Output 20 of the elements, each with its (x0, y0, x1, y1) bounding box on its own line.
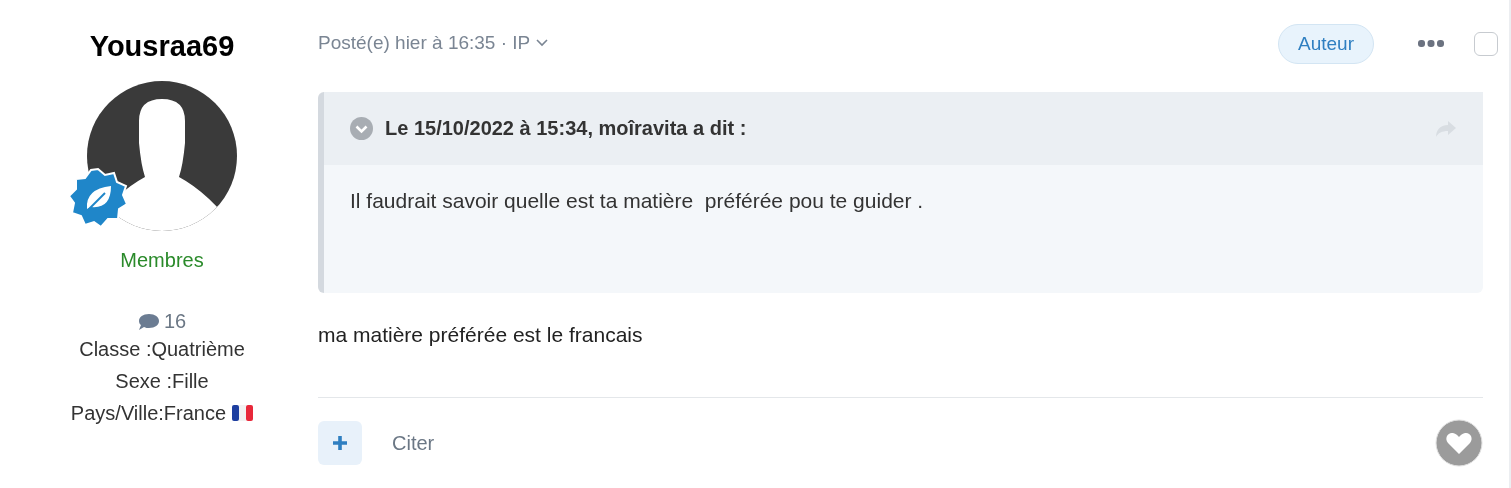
profile-field: Sexe :Fille (115, 365, 209, 397)
plus-icon (332, 435, 348, 452)
quote-link[interactable]: Citer (392, 431, 1435, 455)
chevron-down-icon[interactable] (536, 39, 549, 48)
more-icon[interactable] (1418, 40, 1444, 49)
add-button[interactable] (318, 421, 362, 466)
chevron-down-icon[interactable] (350, 117, 373, 141)
post-date: Posté(e) hier à 16:35 · IP (318, 32, 531, 55)
profile-field: Pays/Ville:France (70, 397, 227, 429)
member-group: Membres (120, 249, 204, 272)
quote-header: Le 15/10/2022 à 15:34, moîravita a dit : (385, 117, 748, 141)
post-text: ma matière préférée est le francais (318, 293, 1483, 399)
leaf-badge-icon (67, 167, 129, 229)
profile-field: Classe :Quatrième (79, 333, 245, 365)
select-checkbox[interactable] (1474, 32, 1498, 57)
author-badge: Auteur (1278, 24, 1374, 65)
comment-icon (137, 312, 160, 331)
quote-text: Il faudrait savoir quelle est ta matière préférée pou te guider . (349, 188, 925, 215)
username[interactable]: Yousraa69 (89, 30, 235, 63)
post-count: 16 (163, 310, 187, 333)
